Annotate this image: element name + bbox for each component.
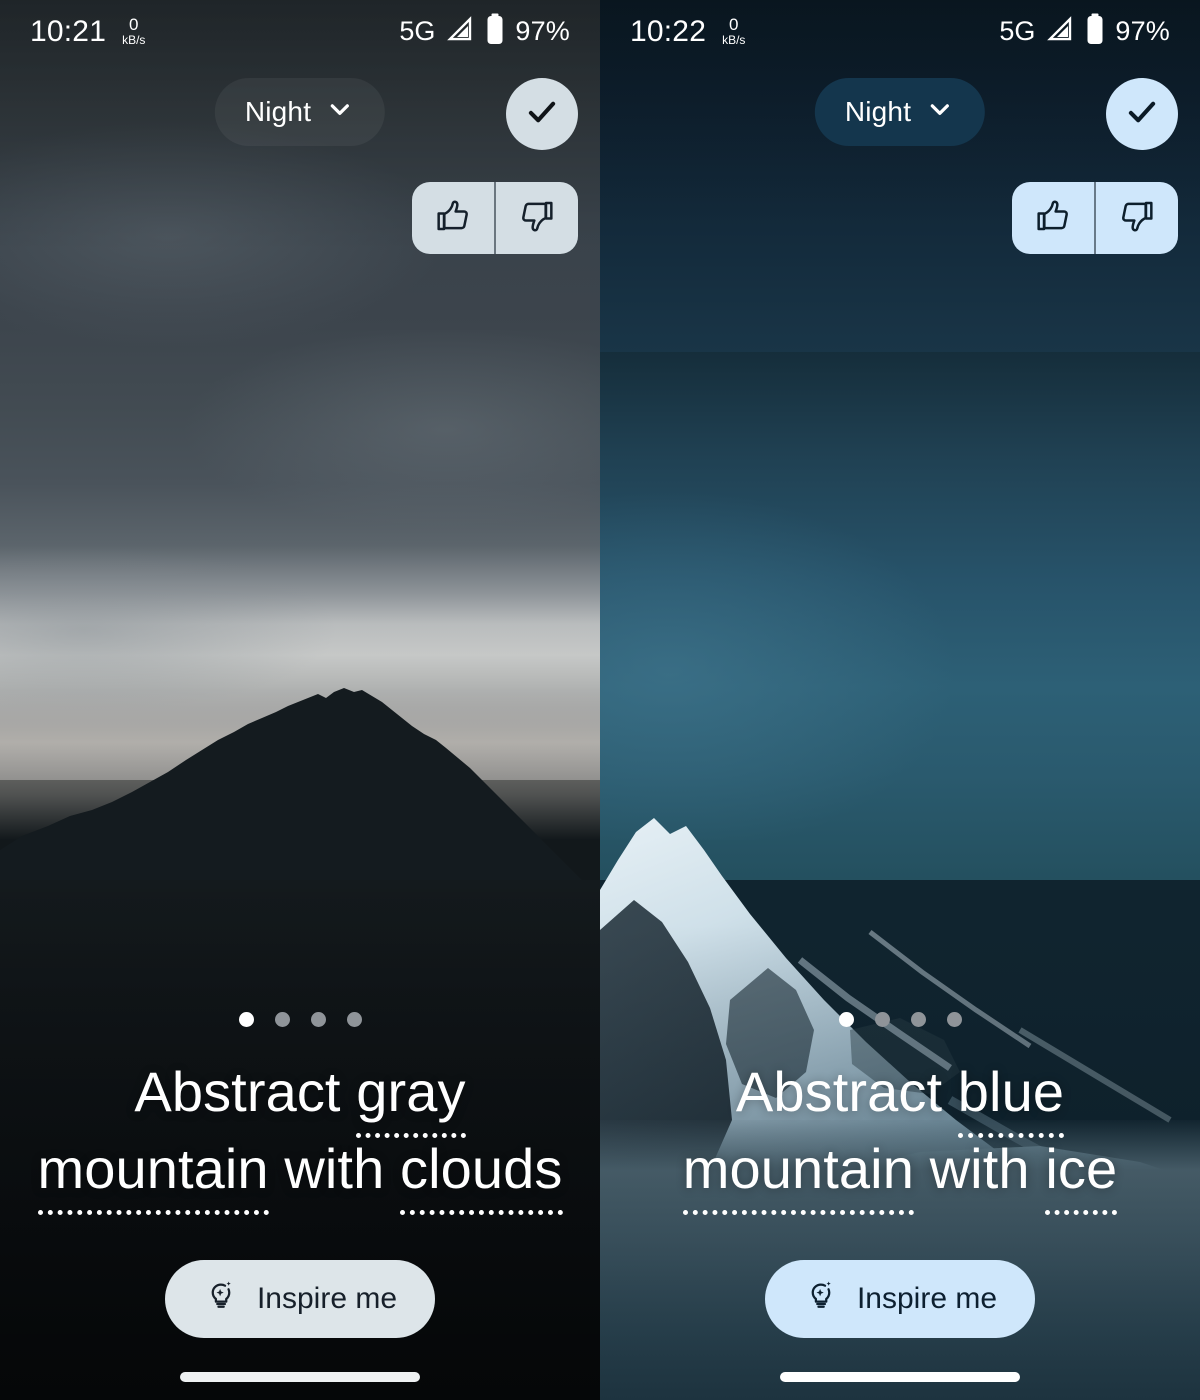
lightbulb-sparkle-icon xyxy=(803,1277,839,1321)
status-bar-left: 10:21 0 kB/s xyxy=(30,16,145,47)
network-speed-value: 0 xyxy=(129,14,139,34)
status-clock: 10:22 xyxy=(630,14,707,48)
network-speed-indicator: 0 kB/s xyxy=(122,16,145,47)
pagination-dot[interactable] xyxy=(838,1012,854,1027)
lightbulb-sparkle-icon xyxy=(203,1277,239,1321)
network-speed-indicator: 0 kB/s xyxy=(722,16,745,47)
pagination-dot[interactable] xyxy=(946,1012,962,1027)
pagination-dot[interactable] xyxy=(346,1012,362,1027)
caption-word: Abstract xyxy=(735,1060,943,1123)
thumb-up-icon xyxy=(433,196,473,241)
battery-icon xyxy=(485,13,505,50)
phone-screen-right: 10:22 0 kB/s 5G 97% Night Abstract blue … xyxy=(600,0,1200,1400)
thumbs-up-button[interactable] xyxy=(412,182,494,254)
bottom-content-right: Abstract blue mountain with ice Inspire … xyxy=(600,980,1200,1400)
style-chip-label: Night xyxy=(844,96,912,127)
caption-keyword[interactable]: gray xyxy=(356,1060,466,1138)
screenshot-comparison: 10:21 0 kB/s 5G 97% Night Abstract gray … xyxy=(0,0,1200,1400)
caption-word: with xyxy=(929,1137,1030,1201)
caption-line-2: mountain with ice xyxy=(614,1130,1186,1216)
style-selector-chip[interactable]: Night xyxy=(814,78,986,146)
thumb-down-icon xyxy=(1117,196,1157,241)
feedback-button-group xyxy=(412,182,578,254)
thumb-down-icon xyxy=(517,196,557,241)
style-chip-label: Night xyxy=(244,96,312,127)
pagination-dot[interactable] xyxy=(874,1012,890,1027)
inspire-me-button[interactable]: Inspire me xyxy=(764,1259,1036,1338)
battery-icon xyxy=(1085,13,1105,50)
pagination-dots[interactable] xyxy=(838,1012,962,1027)
caption-line-2: mountain with clouds xyxy=(14,1130,586,1216)
prompt-caption: Abstract blue mountain with ice xyxy=(600,1053,1200,1216)
inspire-me-button[interactable]: Inspire me xyxy=(164,1259,436,1338)
caption-keyword[interactable]: mountain xyxy=(37,1137,269,1216)
battery-percent-label: 97% xyxy=(1115,15,1170,46)
prompt-caption: Abstract gray mountain with clouds xyxy=(0,1053,600,1216)
confirm-button[interactable] xyxy=(506,78,578,150)
network-type-label: 5G xyxy=(399,15,436,46)
inspire-me-label: Inspire me xyxy=(256,1281,398,1315)
pagination-dot[interactable] xyxy=(910,1012,926,1027)
bottom-content-left: Abstract gray mountain with clouds Inspi… xyxy=(0,980,600,1400)
check-icon xyxy=(1123,93,1161,136)
caption-word: Abstract xyxy=(134,1060,341,1123)
pagination-dots[interactable] xyxy=(238,1012,362,1027)
network-speed-value: 0 xyxy=(729,14,739,34)
feedback-button-group xyxy=(1012,182,1178,254)
caption-word: with xyxy=(284,1137,385,1201)
caption-line-1: Abstract blue xyxy=(614,1053,1186,1138)
pagination-dot[interactable] xyxy=(310,1012,326,1027)
network-type-label: 5G xyxy=(999,15,1036,46)
caption-keyword[interactable]: mountain xyxy=(682,1137,914,1216)
caption-line-1: Abstract gray xyxy=(14,1053,586,1138)
thumbs-up-button[interactable] xyxy=(1012,182,1094,254)
thumbs-down-button[interactable] xyxy=(1096,182,1178,254)
thumbs-down-button[interactable] xyxy=(496,182,578,254)
network-speed-unit: kB/s xyxy=(122,32,146,47)
top-controls: Night xyxy=(600,78,1200,150)
battery-percent-label: 97% xyxy=(515,15,570,46)
status-bar-right: 5G 97% xyxy=(399,13,570,50)
style-selector-chip[interactable]: Night xyxy=(214,78,386,146)
home-gesture-pill[interactable] xyxy=(780,1372,1020,1382)
status-bar-left: 10:22 0 kB/s xyxy=(630,16,745,47)
status-bar: 10:22 0 kB/s 5G 97% xyxy=(600,0,1200,62)
thumb-up-icon xyxy=(1033,196,1073,241)
caption-keyword[interactable]: clouds xyxy=(400,1137,563,1216)
status-bar: 10:21 0 kB/s 5G 97% xyxy=(0,0,600,62)
status-bar-right: 5G 97% xyxy=(999,13,1170,50)
chevron-down-icon xyxy=(925,94,955,131)
status-clock: 10:21 xyxy=(30,14,107,48)
network-speed-unit: kB/s xyxy=(722,32,746,47)
signal-triangle-icon xyxy=(445,14,475,49)
chevron-down-icon xyxy=(325,94,355,131)
check-icon xyxy=(523,93,561,136)
home-gesture-pill[interactable] xyxy=(180,1372,420,1382)
confirm-button[interactable] xyxy=(1106,78,1178,150)
signal-triangle-icon xyxy=(1045,14,1075,49)
caption-keyword[interactable]: ice xyxy=(1045,1137,1118,1216)
pagination-dot[interactable] xyxy=(274,1012,290,1027)
inspire-me-label: Inspire me xyxy=(856,1281,998,1315)
phone-screen-left: 10:21 0 kB/s 5G 97% Night Abstract gray … xyxy=(0,0,600,1400)
pagination-dot[interactable] xyxy=(238,1012,254,1027)
caption-keyword[interactable]: blue xyxy=(957,1060,1065,1138)
top-controls: Night xyxy=(0,78,600,150)
